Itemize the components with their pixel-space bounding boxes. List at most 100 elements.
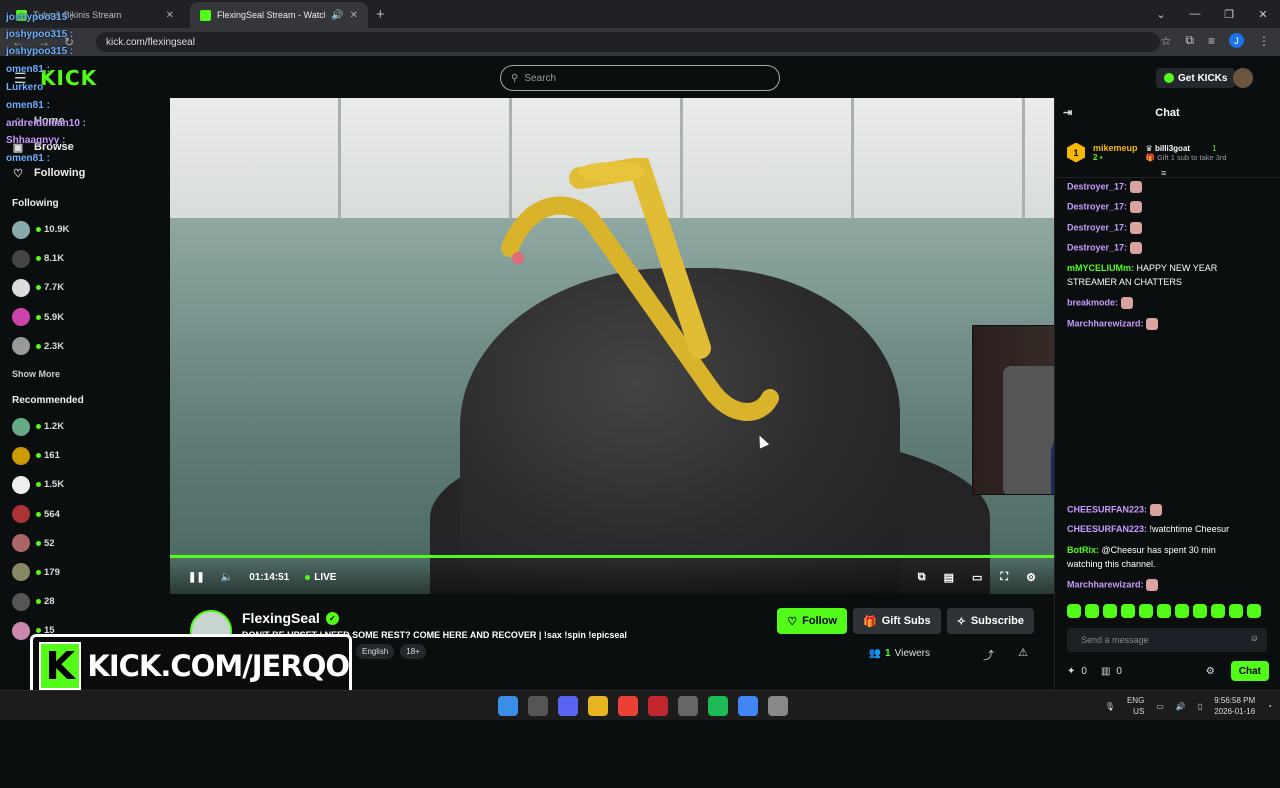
share-icon[interactable]: ⤴ <box>983 647 994 663</box>
chat-message[interactable]: Destroyer_17: <box>1067 222 1142 234</box>
settings-icon[interactable] <box>768 696 788 716</box>
chat-message[interactable]: mMYCELIUMm: HAPPY NEW YEAR <box>1067 263 1217 273</box>
chat-username[interactable]: CHEESURFAN223: <box>1067 524 1147 534</box>
emoji-icon[interactable]: ☺ <box>1250 633 1259 643</box>
chat-username[interactable]: BotRix: <box>1067 545 1099 555</box>
chat-message[interactable]: CHEESURFAN223: <box>1067 504 1162 516</box>
chat-message[interactable]: Destroyer_17: <box>1067 201 1142 213</box>
media-icon[interactable]: ≡ <box>1208 34 1215 48</box>
sidebar-channel[interactable]: RydaSlots & Casino179 <box>0 558 222 712</box>
follow-button[interactable]: ♡ Follow <box>777 608 847 634</box>
emote-icon[interactable] <box>1193 604 1207 618</box>
chat-username[interactable]: Destroyer_17: <box>1067 201 1127 211</box>
miniplayer-icon[interactable]: ⧉ <box>918 571 926 584</box>
chat-username[interactable]: Destroyer_17: <box>1067 242 1127 252</box>
close-tab-icon[interactable]: ✕ <box>166 10 174 21</box>
sidebar-channel[interactable]: chessbrahChess1.5K <box>0 470 218 712</box>
file-explorer-icon[interactable] <box>588 696 608 716</box>
gift-subs-button[interactable]: 🎁 Gift Subs <box>853 608 941 634</box>
close-tab-icon[interactable]: ✕ <box>350 10 358 21</box>
chat-username[interactable]: mMYCELIUMm: <box>1067 263 1134 273</box>
theater-mode-icon[interactable]: ▭ <box>972 571 982 584</box>
chrome-alt-icon[interactable] <box>738 696 758 716</box>
collapse-chat-icon[interactable]: ⇥ <box>1063 106 1072 119</box>
emote-icon[interactable] <box>1157 604 1171 618</box>
sidebar-channel[interactable]: SteveWillDoItSlots & Casino2.3K <box>0 332 231 712</box>
gift-box-icon[interactable]: ▥ <box>1101 666 1110 677</box>
pause-icon[interactable]: ❚❚ <box>188 572 205 583</box>
tab-search-icon[interactable]: ⌄ <box>1144 8 1178 21</box>
emote-icon[interactable] <box>1121 604 1135 618</box>
chat-message[interactable]: STREAMER AN CHATTERS <box>1067 277 1182 287</box>
show-more-link[interactable]: Show More <box>0 361 170 383</box>
settings-gear-icon[interactable]: ⚙ <box>1026 571 1036 584</box>
chat-settings-icon[interactable]: ⚙ <box>1206 666 1215 677</box>
sidebar-channel[interactable]: MotivationARC Raiders564 <box>0 500 218 712</box>
sidebar-channel[interactable]: sgt_jackson12Pummel Party161 <box>0 441 235 712</box>
maximize-icon[interactable]: ❐ <box>1212 8 1246 21</box>
bookmark-star-icon[interactable]: ☆ <box>1161 34 1172 48</box>
report-icon[interactable]: ⚠ <box>1018 646 1028 659</box>
volume-icon[interactable]: 🔈 <box>221 572 233 583</box>
media-app-icon[interactable] <box>648 696 668 716</box>
chat-message[interactable]: watching this channel. <box>1067 559 1156 569</box>
emote-icon[interactable] <box>1211 604 1225 618</box>
discord-icon[interactable] <box>558 696 578 716</box>
leader-first[interactable]: mikemeup 2 ▪ <box>1093 143 1138 162</box>
emote-icon[interactable] <box>1085 604 1099 618</box>
volume-tray-icon[interactable]: 🔊 <box>1176 702 1186 711</box>
emote-icon[interactable] <box>1247 604 1261 618</box>
progress-bar[interactable] <box>170 555 1054 558</box>
chat-username[interactable]: breakmode: <box>1067 297 1118 307</box>
language-indicator[interactable]: ENG US <box>1127 695 1144 717</box>
chat-username[interactable]: Destroyer_17: <box>1067 181 1127 191</box>
get-kicks-button[interactable]: Get KICKs <box>1156 68 1236 88</box>
chat-message[interactable]: breakmode: <box>1067 297 1133 309</box>
sidebar-channel[interactable]: TimisLIVEARC Raiders52 <box>0 529 217 712</box>
battery-icon[interactable]: ▯ <box>1198 702 1202 711</box>
expand-icon[interactable]: ≡ <box>1161 168 1166 178</box>
search-icon[interactable] <box>528 696 548 716</box>
minimize-icon[interactable]: — <box>1178 8 1212 20</box>
user-avatar[interactable] <box>1233 68 1253 88</box>
search-input[interactable]: ⚲ Search <box>500 65 780 91</box>
chat-message[interactable]: CHEESURFAN223: !watchtime Cheesur <box>1067 524 1229 534</box>
leader-second[interactable]: ♛ billi3goat 1 🎁 Gift 1 sub to take 3rd <box>1146 144 1227 162</box>
emote-icon[interactable] <box>1175 604 1189 618</box>
emote-icon[interactable] <box>1139 604 1153 618</box>
channel-name[interactable]: FlexingSeal <box>242 610 320 626</box>
chat-message[interactable]: Marchharewizard: <box>1067 579 1159 591</box>
emote-icon[interactable] <box>1103 604 1117 618</box>
network-icon[interactable]: ▭ <box>1156 702 1164 711</box>
chat-message[interactable]: Destroyer_17: <box>1067 242 1142 254</box>
sidebar-channel[interactable]: TToneGames + Demos1.2K <box>0 412 230 712</box>
chrome-icon[interactable] <box>618 696 638 716</box>
chat-username[interactable]: Marchharewizard: <box>1067 579 1144 589</box>
notifications-icon[interactable]: ◔ <box>1267 702 1272 711</box>
sidebar-channel[interactable]: KonvySlots & Casino8.1K <box>0 244 222 712</box>
chat-username[interactable]: CHEESURFAN223: <box>1067 504 1147 514</box>
speaker-icon[interactable]: 🔊 <box>331 10 343 21</box>
video-player[interactable]: ❚❚ 🔈 01:14:51 LIVE ⧉ ▤ ▭ ⛶ ⚙ <box>170 98 1054 594</box>
sidebar-channel[interactable]: KingNUBSBattlefield REDSEC28 <box>0 587 241 712</box>
send-message-input[interactable]: Send a message ☺ <box>1067 628 1267 652</box>
subscribe-button[interactable]: ✧ Subscribe <box>946 608 1034 634</box>
url-input[interactable]: kick.com/flexingseal <box>96 32 1160 52</box>
profile-avatar[interactable]: J <box>1229 33 1244 48</box>
chat-message[interactable]: Marchharewizard: <box>1067 318 1159 330</box>
chat-message[interactable]: Destroyer_17: <box>1067 181 1142 193</box>
chat-send-button[interactable]: Chat <box>1230 661 1269 681</box>
chat-message[interactable]: BotRix: @Cheesur has spent 30 min <box>1067 545 1216 555</box>
fullscreen-icon[interactable]: ⛶ <box>1000 571 1008 584</box>
tag-mature[interactable]: 18+ <box>400 644 426 659</box>
chat-username[interactable]: Destroyer_17: <box>1067 222 1127 232</box>
sidebar-channel[interactable]: xQcJust Chatting7.7K <box>0 273 217 712</box>
microphone-icon[interactable]: 🎙 <box>1105 702 1115 711</box>
obs-icon[interactable] <box>678 696 698 716</box>
sidebar-channel[interactable]: kyootbotHytale5.9K <box>0 303 210 712</box>
browser-tab-1[interactable]: FlexingSeal Stream - Watch 🔊 ✕ <box>190 2 368 28</box>
close-window-icon[interactable]: ✕ <box>1246 8 1280 21</box>
sidebar-channel[interactable]: clavicularIRL10.9K <box>0 215 214 712</box>
extensions-icon[interactable]: ⧉ <box>1185 33 1194 48</box>
chat-username[interactable]: Marchharewizard: <box>1067 318 1144 328</box>
